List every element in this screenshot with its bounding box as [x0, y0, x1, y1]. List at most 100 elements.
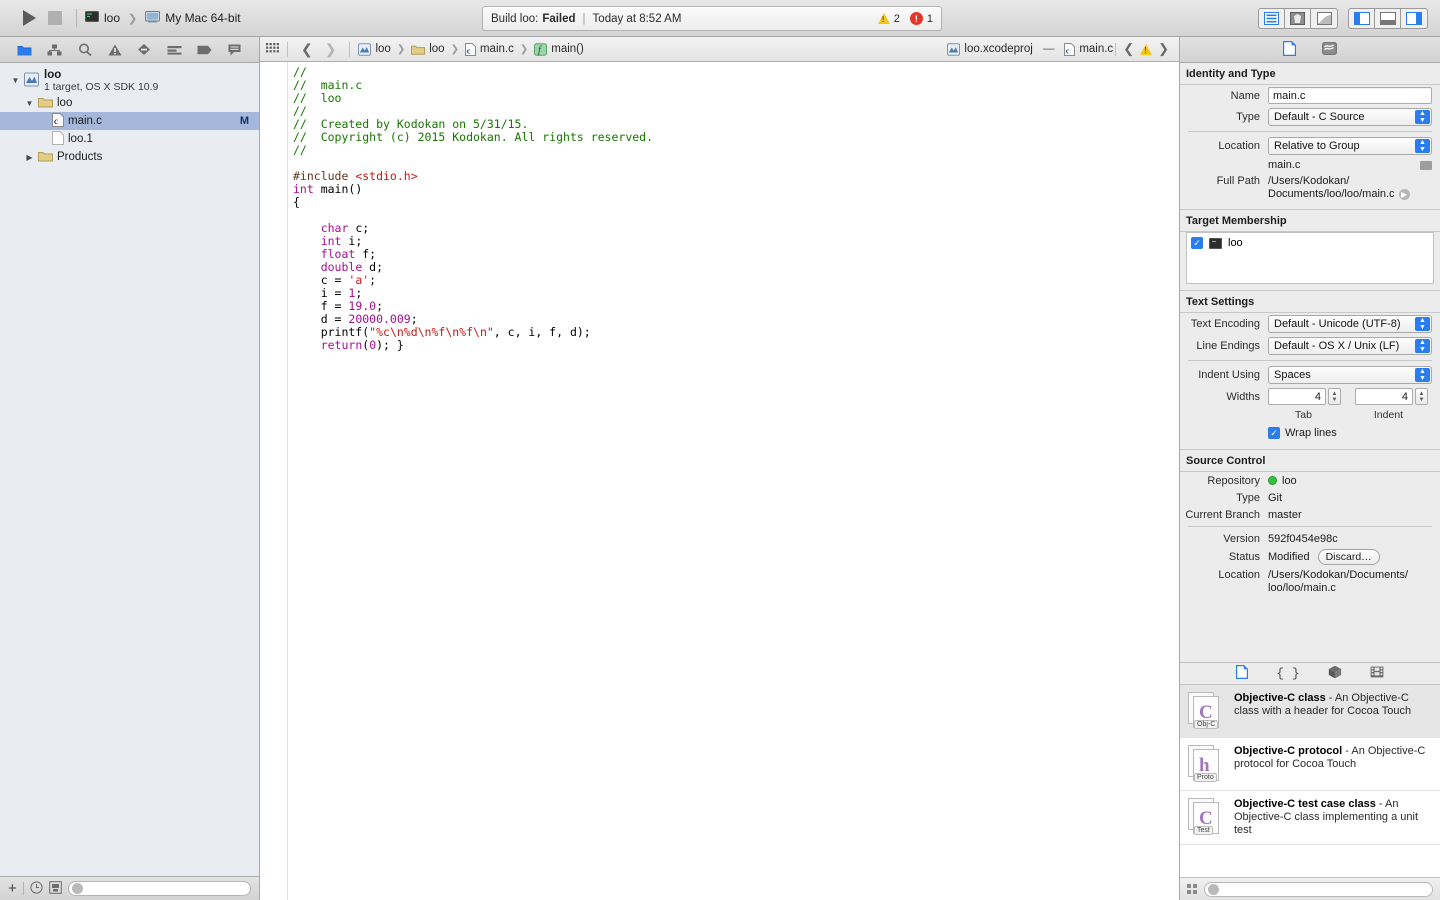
- target-membership-item[interactable]: ✓ loo: [1191, 237, 1429, 249]
- library-item-text: Objective-C protocol - An Objective-C pr…: [1234, 745, 1432, 771]
- file-template-library-icon[interactable]: [1236, 665, 1249, 682]
- xcode-window: loo ❯ My Mac 64-bit Build loo: Failed | …: [0, 0, 1440, 900]
- library-item-list[interactable]: C Obj-C Objective-C class - An Objective-C…: [1180, 685, 1440, 877]
- code-token: //: [293, 143, 307, 157]
- editor-gutter[interactable]: [260, 62, 288, 900]
- source-control-filter-icon[interactable]: [48, 880, 62, 897]
- library-search-input[interactable]: [1204, 881, 1433, 897]
- scm-type-row: Type Git: [1180, 489, 1440, 506]
- choose-folder-icon[interactable]: [1420, 160, 1432, 170]
- disclosure-triangle-icon[interactable]: ▼: [24, 99, 35, 108]
- sidebar-item-issue-navigator[interactable]: [104, 40, 126, 60]
- previous-issue-button[interactable]: ❮: [1123, 41, 1134, 57]
- tab-width-stepper[interactable]: ▲ ▼: [1328, 388, 1341, 405]
- library-list-item[interactable]: C Test Objective-C test case class - An Ob…: [1180, 791, 1440, 845]
- code-line: // Copyright (c) 2015 Kodokan. All right…: [293, 131, 1179, 144]
- source-editor[interactable]: //// main.c// loo//// Created by Kodokan…: [260, 62, 1179, 900]
- line-endings-popup-button[interactable]: Default - OS X / Unix (LF) ▲ ▼: [1268, 337, 1432, 355]
- tree-row-loo-1[interactable]: ▶ loo.1: [0, 130, 259, 148]
- line-endings-value: Default - OS X / Unix (LF): [1274, 340, 1400, 352]
- indent-using-popup-button[interactable]: Spaces ▲ ▼: [1268, 366, 1432, 384]
- code-token: {: [293, 195, 300, 209]
- tree-row-project[interactable]: ▼ loo 1 target, OS X SDK 10.9: [0, 67, 259, 94]
- toggle-debug-area-button[interactable]: [1375, 8, 1401, 28]
- project-navigator-tree[interactable]: ▼ loo 1 target, OS X SDK 10.9 ▼ loo c ma…: [0, 63, 259, 876]
- stop-button[interactable]: [42, 6, 68, 30]
- library-panel: { } C Obj-C Objective-C class - An Objecti…: [1180, 662, 1440, 900]
- version-editor-button[interactable]: [1311, 9, 1337, 28]
- breadcrumb-item-symbol[interactable]: f main(): [534, 42, 584, 56]
- folder-icon: [38, 150, 53, 165]
- media-library-icon[interactable]: [1370, 666, 1384, 681]
- object-library-icon[interactable]: [1328, 665, 1342, 682]
- add-file-button[interactable]: +: [8, 881, 17, 896]
- library-list-item[interactable]: h Proto Objective-C protocol - An Objectiv…: [1180, 738, 1440, 791]
- sidebar-item-test-navigator[interactable]: [133, 40, 155, 60]
- tab-width-input[interactable]: 4: [1268, 388, 1326, 405]
- code-token: f;: [355, 247, 377, 261]
- name-input[interactable]: main.c: [1268, 87, 1432, 104]
- disclosure-triangle-icon[interactable]: ▼: [10, 76, 21, 85]
- toggle-utilities-button[interactable]: [1401, 9, 1427, 28]
- library-view-mode-icon[interactable]: [1187, 884, 1197, 894]
- tree-sublabel-project: 1 target, OS X SDK 10.9: [44, 80, 159, 93]
- activity-status-bar[interactable]: Build loo: Failed | Today at 8:52 AM 2 !…: [482, 6, 942, 31]
- indent-width-stepper[interactable]: ▲ ▼: [1415, 388, 1428, 405]
- indent-width-input[interactable]: 4: [1355, 388, 1413, 405]
- sidebar-item-project-navigator[interactable]: [14, 40, 36, 60]
- related-items-icon[interactable]: [266, 42, 279, 56]
- code-token: i;: [341, 234, 363, 248]
- scheme-breadcrumb[interactable]: loo ❯ My Mac 64-bit: [85, 10, 241, 26]
- type-popup-button[interactable]: Default - C Source ▲ ▼: [1268, 108, 1432, 126]
- text-encoding-label: Text Encoding: [1190, 318, 1260, 330]
- target-membership-heading: Target Membership: [1186, 215, 1287, 227]
- library-list-item[interactable]: C Obj-C Objective-C class - An Objective-C…: [1180, 685, 1440, 738]
- discard-button[interactable]: Discard…: [1317, 549, 1380, 565]
- editor-title-file[interactable]: c main.c: [1064, 42, 1114, 56]
- breadcrumb-item-project[interactable]: loo: [358, 42, 391, 56]
- target-checkbox[interactable]: ✓: [1191, 237, 1203, 249]
- tree-row-group-loo[interactable]: ▼ loo: [0, 94, 259, 112]
- tree-row-main-c[interactable]: ▶ c main.c M: [0, 112, 259, 130]
- location-popup-button[interactable]: Relative to Group ▲ ▼: [1268, 137, 1432, 155]
- sidebar-item-breakpoint-navigator[interactable]: [193, 40, 215, 60]
- toolbar-right-group: [1258, 7, 1440, 29]
- breadcrumb-item-group[interactable]: loo: [411, 43, 445, 55]
- breadcrumb-item-file[interactable]: c main.c: [464, 42, 514, 56]
- code-line: //: [293, 144, 1179, 157]
- reveal-in-finder-icon[interactable]: ▶: [1398, 189, 1410, 200]
- navigator-filter-input[interactable]: [67, 881, 251, 896]
- disclosure-triangle-icon[interactable]: ▶: [24, 153, 35, 162]
- toggle-navigator-button[interactable]: [1349, 8, 1375, 28]
- jumpbar-divider: [287, 41, 288, 57]
- next-issue-button[interactable]: ❯: [1158, 41, 1169, 57]
- sidebar-item-find-navigator[interactable]: [74, 40, 96, 60]
- target-membership-list[interactable]: ✓ loo: [1186, 232, 1434, 284]
- editor-title-project[interactable]: loo.xcodeproj: [947, 42, 1033, 56]
- recent-filter-icon[interactable]: [30, 880, 43, 897]
- editor-title-file-label: main.c: [1079, 43, 1114, 55]
- library-item-title: Objective-C test case class: [1234, 798, 1376, 810]
- go-forward-button[interactable]: ❯: [320, 41, 342, 58]
- text-encoding-popup-button[interactable]: Default - Unicode (UTF-8) ▲ ▼: [1268, 315, 1432, 333]
- file-inspector-icon[interactable]: [1283, 40, 1296, 59]
- code-token: main(): [313, 182, 363, 196]
- svg-text:c: c: [54, 116, 58, 126]
- branch-label: Current Branch: [1185, 508, 1260, 521]
- source-code-text[interactable]: //// main.c// loo//// Created by Kodokan…: [288, 62, 1179, 900]
- tree-row-products[interactable]: ▶ Products: [0, 148, 259, 166]
- editor-jump-bar: ❮ ❯ loo ❯ loo ❯ c main.c ❯ f main() loo.…: [260, 37, 1179, 62]
- standard-editor-button[interactable]: [1259, 8, 1285, 28]
- go-back-button[interactable]: ❮: [296, 41, 318, 58]
- chevron-updown-icon: ▲ ▼: [1415, 139, 1430, 153]
- assistant-editor-button[interactable]: [1285, 8, 1311, 28]
- chevron-right-icon: ❯: [128, 12, 138, 25]
- wrap-lines-checkbox[interactable]: ✓: [1268, 427, 1280, 439]
- code-snippet-library-icon[interactable]: { }: [1276, 666, 1299, 681]
- run-button[interactable]: [16, 6, 42, 30]
- sidebar-item-symbol-navigator[interactable]: [44, 40, 66, 60]
- quick-help-inspector-icon[interactable]: [1322, 41, 1337, 58]
- sidebar-item-debug-navigator[interactable]: [163, 40, 185, 60]
- sidebar-item-report-navigator[interactable]: [223, 40, 245, 60]
